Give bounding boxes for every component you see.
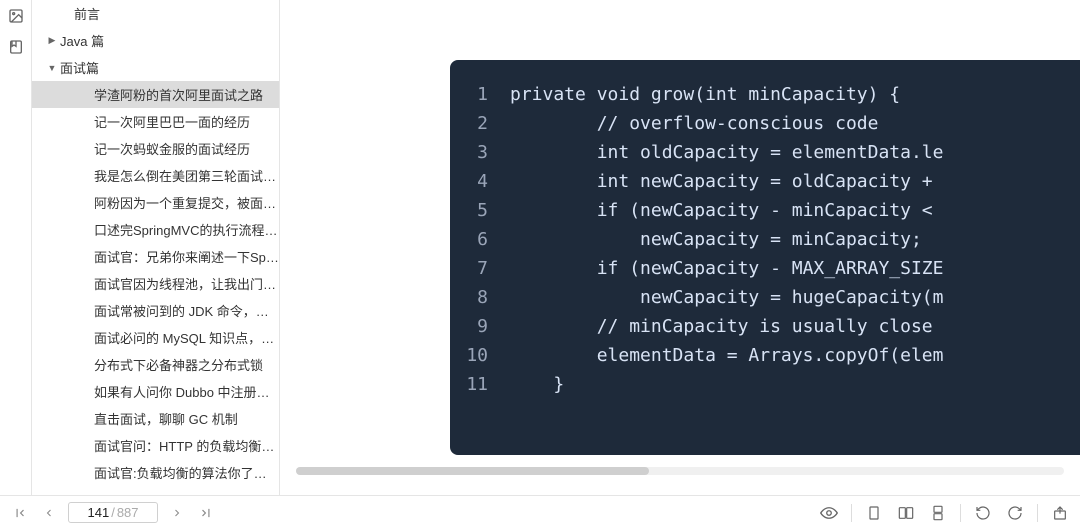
current-page: 141 [87,505,109,520]
line-number: 6 [450,225,510,254]
scrollbar-thumb[interactable] [296,467,649,475]
line-number: 3 [450,138,510,167]
code-text: int oldCapacity = elementData.le [510,138,943,167]
outline-item-label: 面试官:负载均衡的算法你了解不? [94,463,279,482]
code-text: private void grow(int minCapacity) { [510,80,900,109]
outline-item-label: 面试官：兄弟你来阐述一下Spring… [94,247,279,266]
prev-page-button[interactable] [40,504,58,522]
code-line: 9 // minCapacity is usually close [450,312,1080,341]
bottom-toolbar: 141 / 887 [0,495,1080,529]
divider [960,504,961,522]
code-line: 1private void grow(int minCapacity) { [450,80,1080,109]
two-page-icon[interactable] [896,503,916,523]
line-number: 10 [450,341,510,370]
outline-item[interactable]: 面试官问：HTTP 的负载均衡你了… [32,432,279,459]
code-text: newCapacity = minCapacity; [510,225,922,254]
outline-item[interactable]: 记一次蚂蚁金服的面试经历 [32,135,279,162]
outline-item-label: 阿粉因为一个重复提交，被面试官… [94,193,279,212]
outline-item-label: 面试常被问到的 JDK 命令，你知… [94,301,279,320]
outline-item-label: 直击面试，聊聊 GC 机制 [94,409,238,428]
code-line: 10 elementData = Arrays.copyOf(elem [450,341,1080,370]
outline-item-label: 如果有人问你 Dubbo 中注册中心… [94,382,279,401]
outline-item[interactable]: 面试官因为线程池，让我出门左拐！ [32,270,279,297]
first-page-button[interactable] [10,503,30,523]
outline-item-label: Java 篇 [60,31,104,50]
share-icon[interactable] [1050,503,1070,523]
code-text: if (newCapacity - minCapacity < [510,196,943,225]
rotate-right-icon[interactable] [1005,503,1025,523]
code-text: } [510,370,564,399]
outline-item[interactable]: 分布式下必备神器之分布式锁 [32,351,279,378]
outline-item[interactable]: 我是怎么倒在美团第三轮面试之下的 [32,162,279,189]
outline-item[interactable]: 口述完SpringMVC的执行流程后，… [32,216,279,243]
line-number: 11 [450,370,510,399]
eye-icon[interactable] [819,503,839,523]
code-block: 1private void grow(int minCapacity) {2 /… [450,60,1080,455]
outline-item[interactable]: 面试必问的 MySQL 知识点，你还… [32,324,279,351]
total-pages: 887 [117,505,139,520]
code-line: 8 newCapacity = hugeCapacity(m [450,283,1080,312]
last-page-button[interactable] [196,503,216,523]
continuous-scroll-icon[interactable] [928,503,948,523]
thumbnails-icon[interactable] [8,8,24,27]
line-number: 8 [450,283,510,312]
code-text: // minCapacity is usually close [510,312,943,341]
code-text: if (newCapacity - MAX_ARRAY_SIZE [510,254,943,283]
code-line: 11 } [450,370,1080,399]
outline-item-label: 面试篇 [60,58,99,77]
outline-item[interactable]: ▶Java 篇 [32,27,279,54]
code-text: newCapacity = hugeCapacity(m [510,283,943,312]
line-number: 4 [450,167,510,196]
left-toolbar [0,0,32,495]
outline-item-label: 前言 [74,4,100,23]
content-area: 1private void grow(int minCapacity) {2 /… [280,0,1080,495]
caret-right-icon[interactable]: ▶ [44,35,60,46]
rotate-left-icon[interactable] [973,503,993,523]
code-text: int newCapacity = oldCapacity + [510,167,943,196]
line-number: 2 [450,109,510,138]
outline-item[interactable]: 记一次阿里巴巴一面的经历 [32,108,279,135]
outline-item[interactable]: 面试官：兄弟你来阐述一下Spring… [32,243,279,270]
outline-sidebar[interactable]: 前言▶Java 篇▼面试篇学渣阿粉的首次阿里面试之路记一次阿里巴巴一面的经历记一… [32,0,280,495]
code-line: 6 newCapacity = minCapacity; [450,225,1080,254]
outline-item-label: 记一次蚂蚁金服的面试经历 [94,139,250,158]
line-number: 1 [450,80,510,109]
outline-item[interactable]: 直击面试，聊聊 GC 机制 [32,405,279,432]
code-text: elementData = Arrays.copyOf(elem [510,341,943,370]
outline-item-label: 我是怎么倒在美团第三轮面试之下的 [94,166,279,185]
divider [1037,504,1038,522]
outline-item-label: 学渣阿粉的首次阿里面试之路 [94,85,263,104]
code-line: 2 // overflow-conscious code [450,109,1080,138]
outline-item[interactable]: 如果有人问你 Dubbo 中注册中心… [32,378,279,405]
outline-item[interactable]: 前言 [32,0,279,27]
single-page-icon[interactable] [864,503,884,523]
outline-item[interactable]: 面试官:负载均衡的算法你了解不? [32,459,279,486]
bookmark-icon[interactable] [8,39,24,58]
outline-item[interactable]: 面试常被问到的 JDK 命令，你知… [32,297,279,324]
divider [851,504,852,522]
horizontal-scrollbar[interactable] [296,467,1064,475]
line-number: 7 [450,254,510,283]
outline-item-label: 面试必问的 MySQL 知识点，你还… [94,328,279,347]
code-line: 7 if (newCapacity - MAX_ARRAY_SIZE [450,254,1080,283]
line-number: 5 [450,196,510,225]
outline-item-label: 口述完SpringMVC的执行流程后，… [94,220,279,239]
outline-item-label: 面试官问：HTTP 的负载均衡你了… [94,436,279,455]
next-page-button[interactable] [168,504,186,522]
line-number: 9 [450,312,510,341]
outline-item-label: 分布式下必备神器之分布式锁 [94,355,263,374]
outline-item[interactable]: ▼面试篇 [32,54,279,81]
outline-item-label: 面试官因为线程池，让我出门左拐！ [94,274,279,293]
code-line: 5 if (newCapacity - minCapacity < [450,196,1080,225]
outline-item[interactable]: 学渣阿粉的首次阿里面试之路 [32,81,279,108]
code-line: 3 int oldCapacity = elementData.le [450,138,1080,167]
code-text: // overflow-conscious code [510,109,878,138]
caret-down-icon[interactable]: ▼ [44,63,60,73]
page-indicator[interactable]: 141 / 887 [68,502,158,523]
outline-item[interactable]: 阿粉因为一个重复提交，被面试官… [32,189,279,216]
outline-item-label: 记一次阿里巴巴一面的经历 [94,112,250,131]
code-line: 4 int newCapacity = oldCapacity + [450,167,1080,196]
